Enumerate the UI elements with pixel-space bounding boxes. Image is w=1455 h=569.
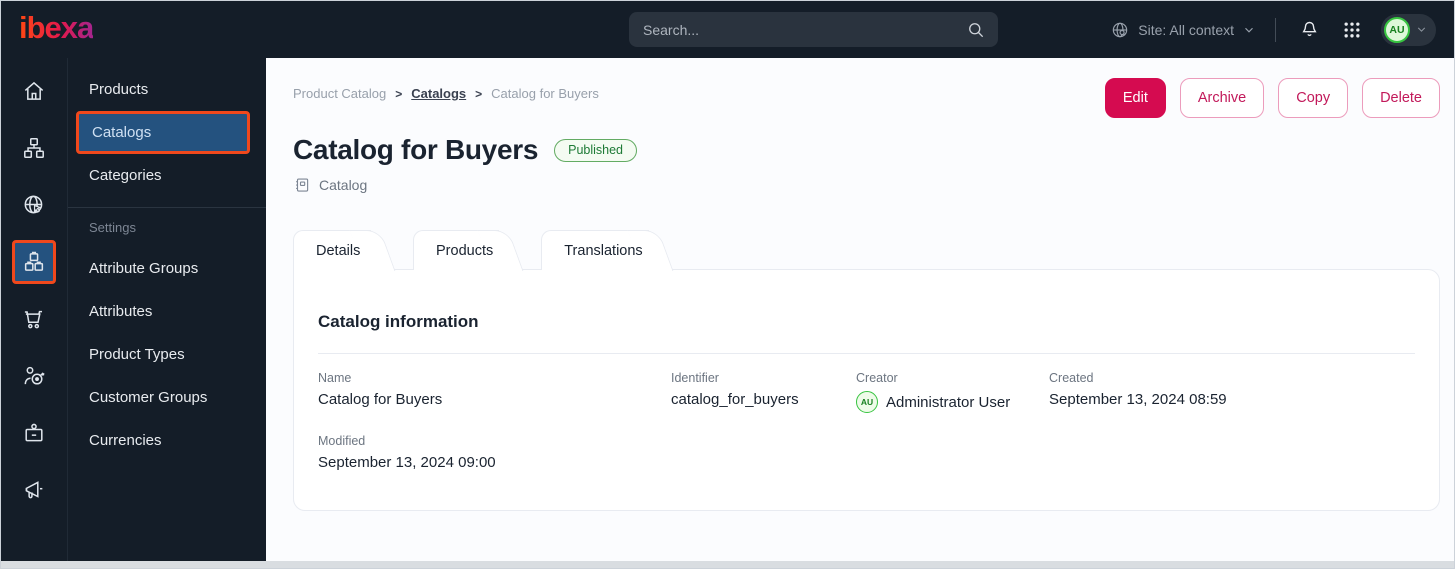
topbar-divider — [1275, 17, 1276, 42]
field-created: Created September 13, 2024 08:59 — [1049, 371, 1227, 408]
content-type-row: Catalog — [293, 176, 1440, 194]
archive-button[interactable]: Archive — [1179, 78, 1265, 118]
main-icon-sidebar — [1, 58, 68, 563]
sidebar-item-content-tree[interactable] — [12, 126, 56, 170]
sidebar-item-customer-groups[interactable]: Customer Groups — [68, 376, 266, 419]
creator-avatar: AU — [856, 391, 878, 413]
sidebar-item-product-types[interactable]: Product Types — [68, 333, 266, 376]
field-grid: Name Catalog for Buyers Identifier catal… — [318, 371, 1415, 471]
cart-icon — [21, 306, 47, 332]
id-badge-icon — [21, 420, 47, 446]
content-type-label: Catalog — [319, 177, 368, 193]
tab-panel: Catalog information Name Catalog for Buy… — [266, 269, 1454, 563]
card-divider — [318, 353, 1415, 354]
page-title: Catalog for Buyers — [293, 134, 539, 165]
catalog-icon — [293, 176, 311, 194]
top-bar: ibexa Site: All context — [1, 1, 1454, 58]
sidebar-item-product-catalog[interactable] — [12, 240, 56, 284]
tab-bar: Details Products Translations — [293, 230, 1454, 270]
topbar-right-cluster: Site: All context AU — [1110, 13, 1436, 46]
field-modified: Modified September 13, 2024 09:00 — [318, 434, 496, 471]
breadcrumb: Product Catalog > Catalogs > Catalog for… — [293, 86, 599, 101]
breadcrumb-item-catalogs[interactable]: Catalogs — [411, 86, 466, 101]
user-menu[interactable]: AU — [1381, 13, 1436, 46]
chevron-down-icon — [1415, 23, 1428, 36]
site-context-label: Site: All context — [1138, 21, 1234, 38]
tab-products[interactable]: Products — [413, 230, 500, 270]
breadcrumb-item-product-catalog[interactable]: Product Catalog — [293, 86, 386, 101]
sidebar-item-personalization[interactable] — [12, 354, 56, 398]
breadcrumb-separator: > — [475, 86, 483, 101]
sidebar-item-home[interactable] — [12, 69, 56, 113]
card-title: Catalog information — [318, 312, 479, 331]
globe-icon — [1110, 20, 1130, 40]
person-target-icon — [21, 363, 47, 389]
delete-button[interactable]: Delete — [1362, 78, 1440, 118]
edit-button[interactable]: Edit — [1104, 78, 1166, 118]
search-input[interactable] — [643, 21, 966, 38]
sidebar-item-currencies[interactable]: Currencies — [68, 419, 266, 462]
copy-button[interactable]: Copy — [1278, 78, 1349, 118]
secondary-sidebar: Products Catalogs Categories Settings At… — [68, 58, 266, 563]
sidebar-item-marketing[interactable] — [12, 468, 56, 512]
sidebar-item-site[interactable] — [12, 183, 56, 227]
chevron-down-icon — [1242, 23, 1256, 37]
bottom-edge — [1, 561, 1454, 568]
sidebar-item-catalogs[interactable]: Catalogs — [76, 111, 250, 154]
globe-cursor-icon — [21, 192, 47, 218]
breadcrumb-separator: > — [395, 86, 403, 101]
home-icon — [21, 78, 47, 104]
breadcrumb-item-current: Catalog for Buyers — [491, 86, 599, 101]
product-boxes-icon — [21, 249, 47, 275]
sidebar-item-products[interactable]: Products — [68, 68, 266, 111]
sidebar-item-attribute-groups[interactable]: Attribute Groups — [68, 247, 266, 290]
sidebar-divider — [68, 207, 266, 208]
sidebar-item-commerce[interactable] — [12, 297, 56, 341]
action-buttons: Edit Archive Copy Delete — [1104, 78, 1440, 118]
sidebar-settings-heading: Settings — [89, 220, 136, 235]
sidebar-item-admin[interactable] — [12, 411, 56, 455]
global-search[interactable] — [629, 12, 998, 47]
tab-translations[interactable]: Translations — [541, 230, 649, 270]
sidebar-item-categories[interactable]: Categories — [68, 154, 266, 197]
catalog-information-card: Catalog information Name Catalog for Buy… — [293, 269, 1440, 511]
notifications-button[interactable] — [1295, 16, 1323, 44]
app-switcher-button[interactable] — [1338, 16, 1366, 44]
content-header: Product Catalog > Catalogs > Catalog for… — [266, 58, 1454, 194]
site-context-selector[interactable]: Site: All context — [1110, 20, 1256, 40]
megaphone-icon — [21, 477, 47, 503]
field-name: Name Catalog for Buyers — [318, 371, 443, 408]
main-content: Product Catalog > Catalogs > Catalog for… — [266, 58, 1454, 563]
status-badge: Published — [554, 138, 638, 162]
search-icon[interactable] — [966, 20, 986, 40]
sitemap-icon — [21, 135, 47, 161]
tab-details[interactable]: Details — [293, 230, 371, 270]
field-identifier: Identifier catalog_for_buyers — [671, 371, 799, 408]
avatar: AU — [1384, 16, 1410, 43]
app-window: ibexa Site: All context — [0, 0, 1455, 569]
ibexa-logo[interactable]: ibexa — [19, 12, 94, 47]
grid-dots-icon — [1342, 20, 1362, 40]
sidebar-item-attributes[interactable]: Attributes — [68, 290, 266, 333]
bell-icon — [1299, 19, 1320, 40]
field-creator: Creator AU Administrator User — [856, 371, 1049, 413]
